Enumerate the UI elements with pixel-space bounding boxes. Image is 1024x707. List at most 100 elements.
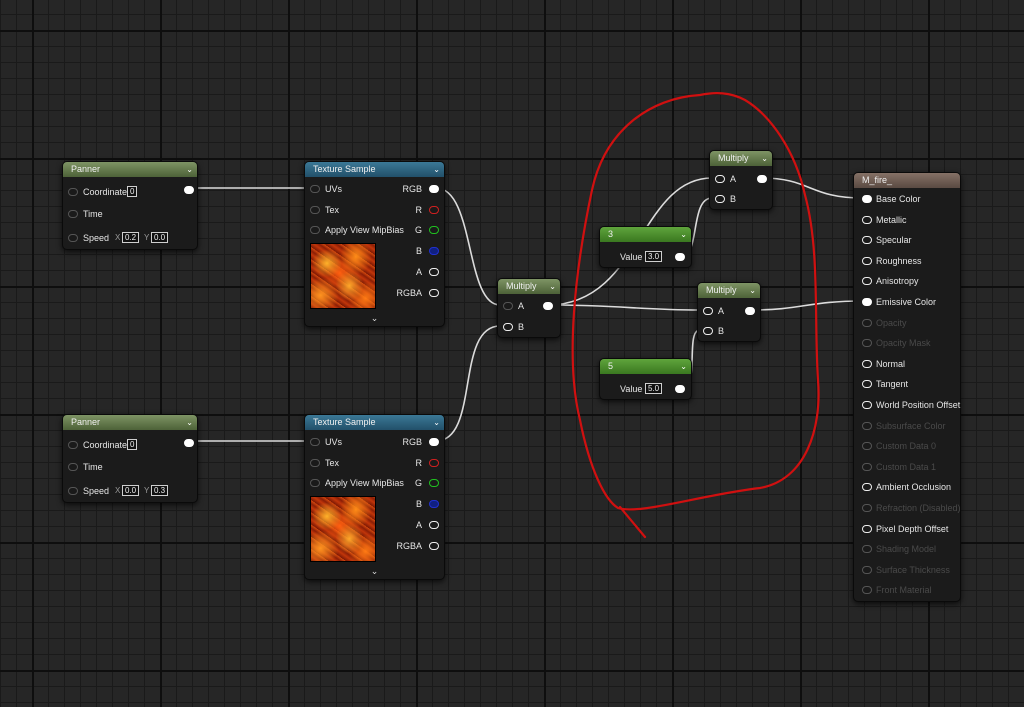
- chevron-down-icon[interactable]: ⌄: [433, 415, 440, 430]
- b-input-pin[interactable]: [503, 323, 513, 331]
- material-input-pin: [862, 565, 872, 574]
- r-output-pin[interactable]: [429, 206, 439, 214]
- multiply-node-top[interactable]: Multiply ⌄ A B: [709, 150, 773, 210]
- multiply-node-center[interactable]: Multiply ⌄ A B: [497, 278, 561, 338]
- mipbias-label: Apply View MipBias: [325, 478, 404, 488]
- coordinate-value-field[interactable]: 0: [127, 186, 138, 197]
- value-field[interactable]: 3.0: [645, 251, 663, 262]
- a-input-pin[interactable]: [715, 175, 725, 183]
- g-output-pin[interactable]: [429, 479, 439, 487]
- panner-node-1[interactable]: Panner ⌄ Coordinate 0 Time Speed X 0.2 Y…: [62, 161, 198, 250]
- coordinate-value-field[interactable]: 0: [127, 439, 138, 450]
- rgb-output-label: RGB: [402, 184, 422, 194]
- material-input-pin[interactable]: [862, 236, 872, 245]
- node-title: Texture Sample: [313, 164, 376, 174]
- node-header[interactable]: M_fire_: [854, 173, 960, 188]
- material-title: M_fire_: [862, 175, 893, 185]
- uvs-input-pin[interactable]: [310, 185, 320, 193]
- node-header[interactable]: Texture Sample ⌄: [305, 415, 444, 430]
- chevron-down-icon[interactable]: ⌄: [186, 162, 193, 177]
- speed-y-field[interactable]: 0.3: [151, 485, 169, 496]
- material-input-label: Custom Data 0: [876, 441, 937, 452]
- node-title: 5: [608, 361, 614, 371]
- constant-node-3[interactable]: 3 ⌄ Value 3.0: [599, 226, 692, 268]
- node-header[interactable]: 3 ⌄: [600, 227, 691, 242]
- node-header[interactable]: Texture Sample ⌄: [305, 162, 444, 177]
- node-header[interactable]: Multiply ⌄: [710, 151, 772, 166]
- tex-input-pin[interactable]: [310, 206, 320, 214]
- chevron-down-icon[interactable]: ⌄: [186, 415, 193, 430]
- panner-output-pin[interactable]: [184, 439, 194, 447]
- rgb-output-pin[interactable]: [429, 185, 439, 193]
- material-input-pin[interactable]: [862, 215, 872, 224]
- texture-sample-node-1[interactable]: Texture Sample ⌄ UVs Tex Apply View MipB…: [304, 161, 445, 327]
- chevron-down-icon[interactable]: ⌄: [761, 151, 768, 166]
- material-input-pin[interactable]: [862, 380, 872, 389]
- material-input-pin[interactable]: [862, 256, 872, 265]
- panner-output-pin[interactable]: [184, 186, 194, 194]
- coordinate-input-pin[interactable]: [68, 441, 78, 449]
- uvs-input-pin[interactable]: [310, 438, 320, 446]
- time-input-pin[interactable]: [68, 210, 78, 218]
- material-input-pin[interactable]: [862, 483, 872, 492]
- rgba-output-pin[interactable]: [429, 289, 439, 297]
- speed-input-pin[interactable]: [68, 234, 78, 242]
- multiply-output-pin[interactable]: [745, 307, 755, 315]
- material-output-node[interactable]: M_fire_ Base Color Metallic Specular Roughn…: [853, 172, 961, 602]
- speed-input-pin[interactable]: [68, 487, 78, 495]
- multiply-node-bottom[interactable]: Multiply ⌄ A B: [697, 282, 761, 342]
- mipbias-input-pin[interactable]: [310, 226, 320, 234]
- chevron-down-icon[interactable]: ⌄: [305, 566, 444, 577]
- node-header[interactable]: Multiply ⌄: [498, 279, 560, 294]
- a-input-label: A: [730, 174, 737, 184]
- material-input-pin[interactable]: [862, 195, 872, 203]
- chevron-down-icon[interactable]: ⌄: [549, 279, 556, 294]
- material-input-pin[interactable]: [862, 277, 872, 286]
- a-output-pin[interactable]: [429, 268, 439, 276]
- value-field[interactable]: 5.0: [645, 383, 663, 394]
- mipbias-input-pin[interactable]: [310, 479, 320, 487]
- a-input-pin[interactable]: [703, 307, 713, 315]
- multiply-output-pin[interactable]: [757, 175, 767, 183]
- texture-sample-node-2[interactable]: Texture Sample ⌄ UVs Tex Apply View MipB…: [304, 414, 445, 580]
- a-output-pin[interactable]: [429, 521, 439, 529]
- time-label: Time: [83, 209, 103, 219]
- material-input-pin[interactable]: [862, 524, 872, 533]
- g-output-pin[interactable]: [429, 226, 439, 234]
- b-input-pin[interactable]: [703, 327, 713, 335]
- chevron-down-icon[interactable]: ⌄: [749, 283, 756, 298]
- chevron-down-icon[interactable]: ⌄: [680, 227, 687, 242]
- node-header[interactable]: Panner ⌄: [63, 415, 197, 430]
- tex-input-pin[interactable]: [310, 459, 320, 467]
- material-input-pin[interactable]: [862, 359, 872, 368]
- multiply-output-pin[interactable]: [543, 302, 553, 310]
- material-input-label: Normal: [876, 358, 906, 369]
- speed-x-field[interactable]: 0.2: [122, 232, 140, 243]
- chevron-down-icon[interactable]: ⌄: [680, 359, 687, 374]
- node-header[interactable]: Panner ⌄: [63, 162, 197, 177]
- speed-x-field[interactable]: 0.0: [122, 485, 140, 496]
- rgba-output-pin[interactable]: [429, 542, 439, 550]
- wire-texture2-to-multiply-b: [435, 325, 501, 442]
- a-input-pin[interactable]: [503, 302, 513, 310]
- rgb-output-pin[interactable]: [429, 438, 439, 446]
- constant-node-5[interactable]: 5 ⌄ Value 5.0: [599, 358, 692, 400]
- node-header[interactable]: 5 ⌄: [600, 359, 691, 374]
- material-input-label: Ambient Occlusion: [876, 482, 952, 493]
- material-input-pin[interactable]: [862, 298, 872, 306]
- constant-output-pin[interactable]: [675, 385, 685, 393]
- b-output-pin[interactable]: [429, 247, 439, 255]
- speed-y-field[interactable]: 0.0: [151, 232, 169, 243]
- r-output-pin[interactable]: [429, 459, 439, 467]
- coordinate-input-pin[interactable]: [68, 188, 78, 196]
- b-output-pin[interactable]: [429, 500, 439, 508]
- node-header[interactable]: Multiply ⌄: [698, 283, 760, 298]
- material-input-pin[interactable]: [862, 401, 872, 409]
- chevron-down-icon[interactable]: ⌄: [305, 313, 444, 324]
- time-input-pin[interactable]: [68, 463, 78, 471]
- chevron-down-icon[interactable]: ⌄: [433, 162, 440, 177]
- b-input-pin[interactable]: [715, 195, 725, 203]
- wire-texture1-to-multiply-a: [435, 187, 501, 306]
- constant-output-pin[interactable]: [675, 253, 685, 261]
- panner-node-2[interactable]: Panner ⌄ Coordinate 0 Time Speed X 0.0 Y…: [62, 414, 198, 503]
